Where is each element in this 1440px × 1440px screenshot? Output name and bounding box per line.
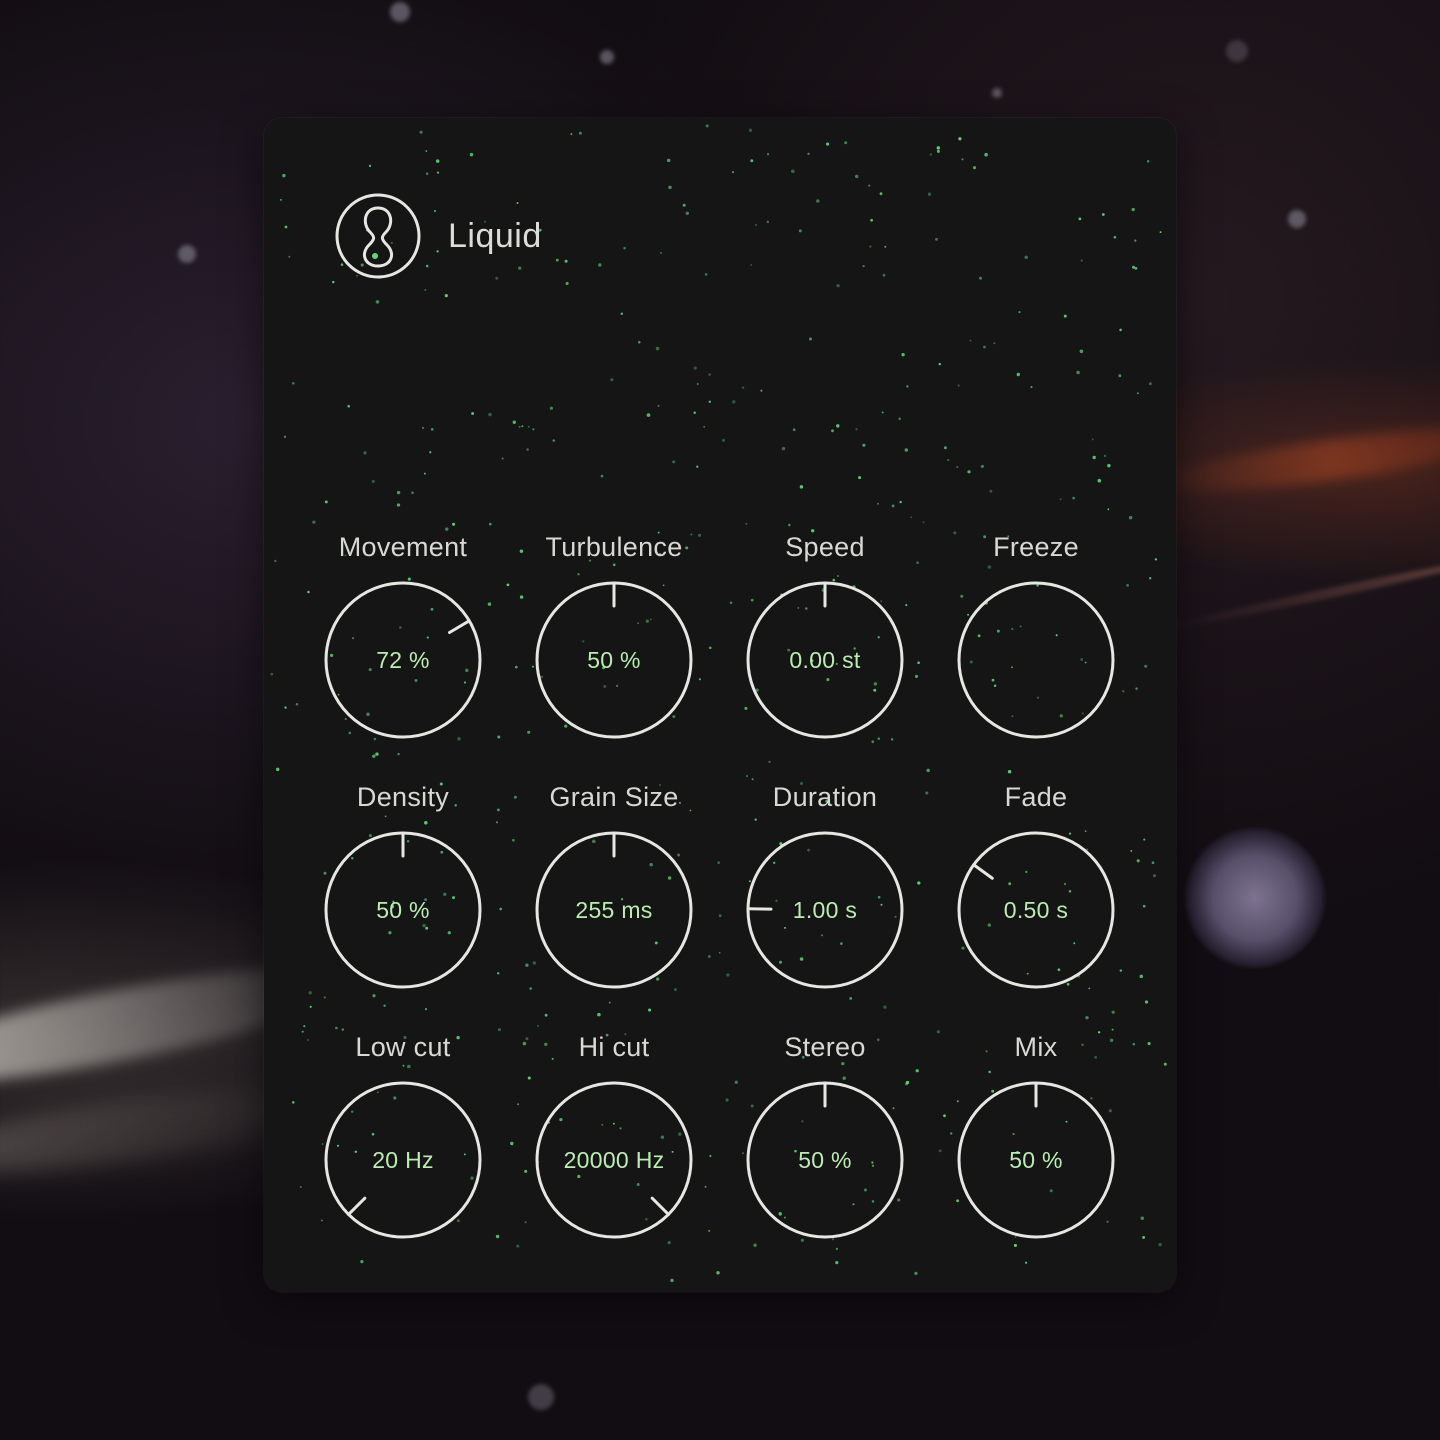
duration-knob[interactable]: 1.00 s [745, 830, 905, 990]
knob-label: Fade [1004, 782, 1068, 812]
knob-value: 50 % [1009, 1146, 1063, 1173]
low-cut-knob[interactable]: 20 Hz [323, 1080, 483, 1240]
knob-value: 1.00 s [792, 896, 858, 923]
freeze-knob[interactable] [956, 580, 1116, 740]
knob-label: Turbulence [545, 532, 683, 562]
knob-value: 72 % [376, 646, 430, 673]
mix-knob[interactable]: 50 % [956, 1080, 1116, 1240]
knob-value: 20000 Hz [563, 1146, 665, 1173]
background-bokeh [528, 1384, 554, 1410]
background-bokeh [178, 245, 196, 263]
knob-label: Movement [338, 532, 468, 562]
plugin-panel: Liquid Movement 72 % Turbulence 50 % Speed 0.… [264, 118, 1176, 1292]
knob-label: Stereo [784, 1032, 866, 1062]
background-bokeh [390, 2, 410, 22]
background-bokeh [992, 88, 1002, 98]
knob-grid: Movement 72 % Turbulence 50 % Speed 0.00 st Fr… [264, 118, 1176, 1292]
background-light-streak [1148, 415, 1440, 505]
knob-label: Hi cut [578, 1032, 650, 1062]
knob-value: 50 % [798, 1146, 852, 1173]
knob-label: Density [356, 782, 450, 812]
turbulence-knob[interactable]: 50 % [534, 580, 694, 740]
background-bokeh [1226, 40, 1248, 62]
knob-value: 0.50 s [1003, 896, 1069, 923]
knob-value [956, 580, 1116, 740]
stereo-knob[interactable]: 50 % [745, 1080, 905, 1240]
knob-value: 0.00 st [789, 646, 861, 673]
density-knob[interactable]: 50 % [323, 830, 483, 990]
knob-label: Speed [785, 532, 865, 562]
grain-size-knob[interactable]: 255 ms [534, 830, 694, 990]
background-bokeh [600, 50, 614, 64]
knob-value: 50 % [587, 646, 641, 673]
movement-knob[interactable]: 72 % [323, 580, 483, 740]
knob-value: 50 % [376, 896, 430, 923]
knob-label: Duration [772, 782, 878, 812]
knob-label: Mix [1014, 1032, 1058, 1062]
background-bokeh [1288, 210, 1306, 228]
hi-cut-knob[interactable]: 20000 Hz [534, 1080, 694, 1240]
knob-value: 255 ms [575, 896, 653, 923]
speed-knob[interactable]: 0.00 st [745, 580, 905, 740]
knob-label: Low cut [355, 1032, 451, 1062]
knob-label: Grain Size [549, 782, 679, 812]
knob-value: 20 Hz [372, 1146, 434, 1173]
knob-label: Freeze [993, 532, 1079, 562]
background-light-streak [1162, 556, 1440, 634]
fade-knob[interactable]: 0.50 s [956, 830, 1116, 990]
